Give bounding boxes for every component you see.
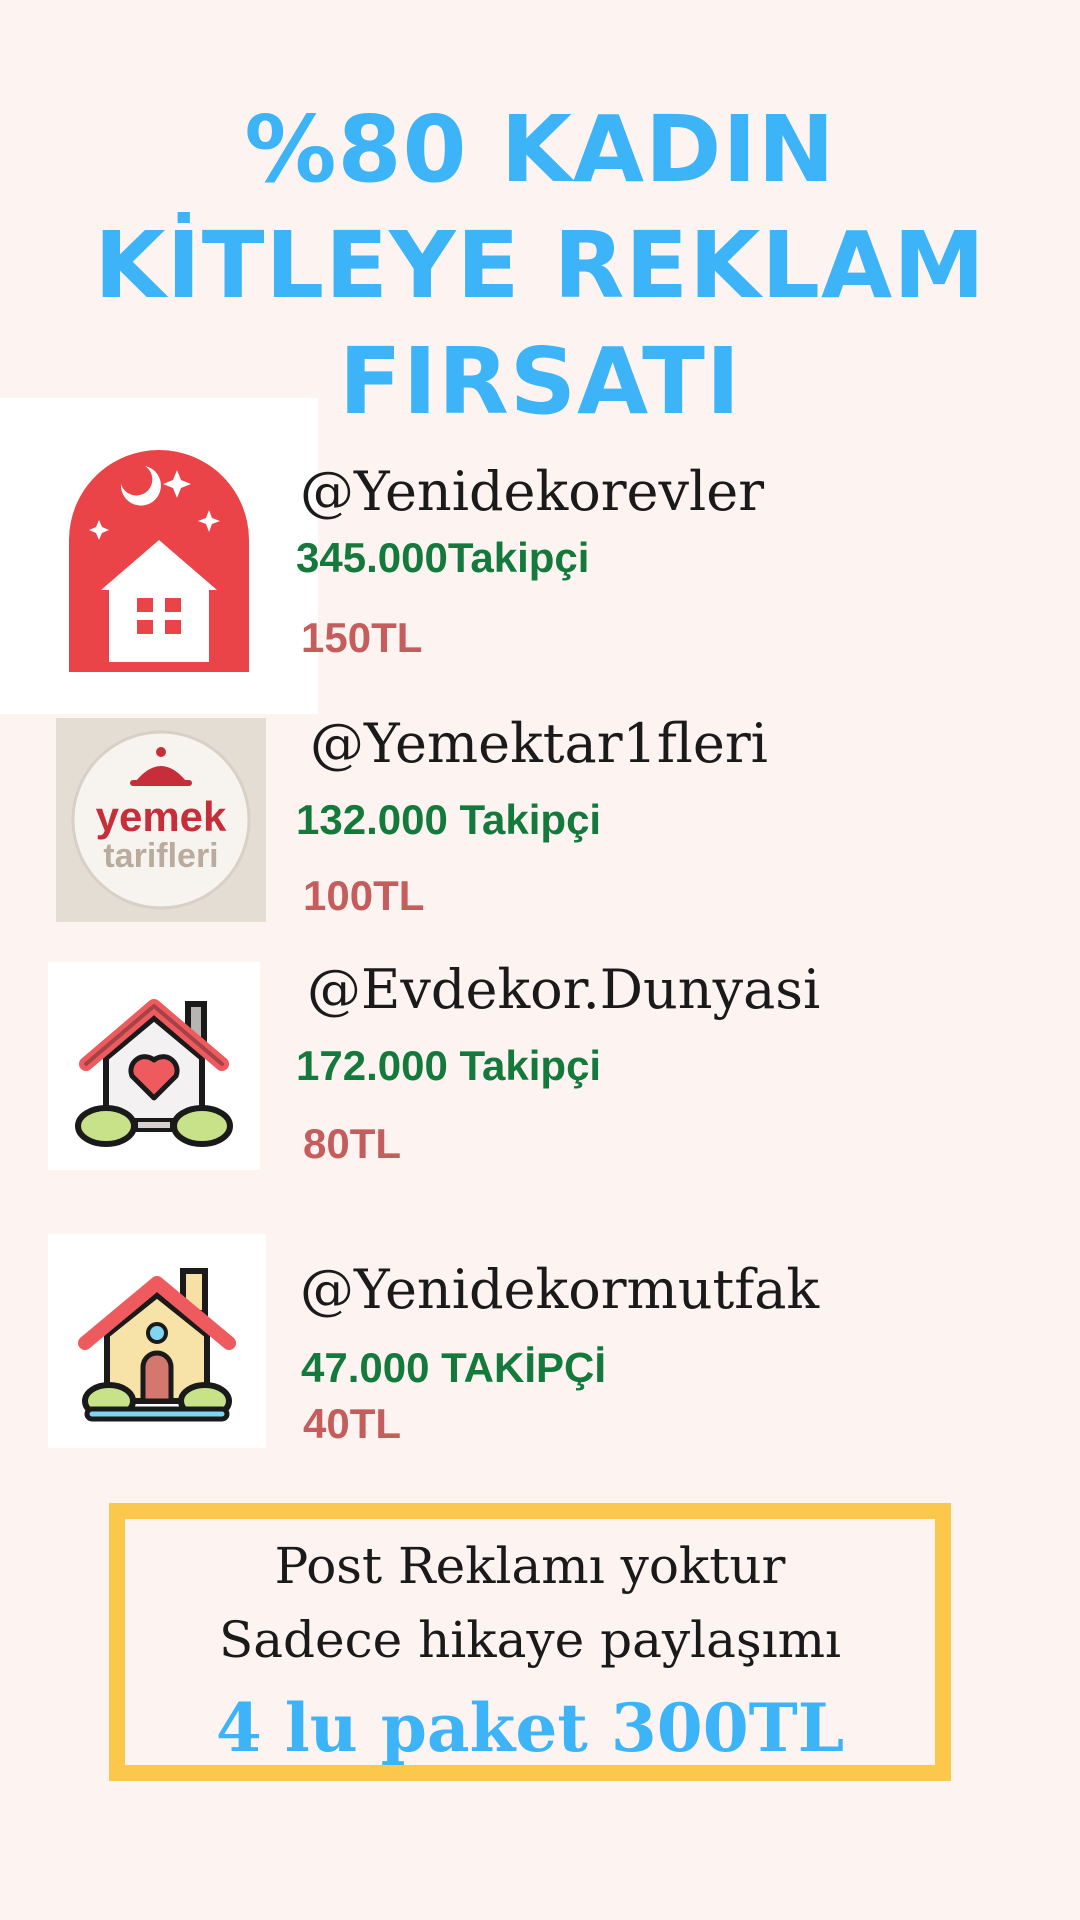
yemek-tarifleri-logo: yemek tarifleri: [56, 718, 266, 922]
heart-house-icon: [48, 962, 260, 1170]
headline: %80 KADIN KİTLEYE REKLAM FIRSATI: [0, 92, 1080, 440]
follower-count: 132.000 Takipçi: [296, 796, 602, 843]
headline-line-1: %80 KADIN: [244, 96, 836, 203]
account-handle: @Yemektar1fleri: [310, 712, 768, 775]
follower-count: 47.000 TAKİPÇİ: [301, 1344, 607, 1391]
red-house-night-icon: [0, 398, 318, 714]
account-handle: @Yenidekorevler: [300, 460, 765, 523]
notice-line-1: Post Reklamı yoktur: [274, 1537, 786, 1595]
ad-price: 150TL: [301, 614, 423, 661]
account-handle: @Evdekor.Dunyasi: [307, 958, 821, 1021]
ad-price: 100TL: [303, 872, 425, 919]
account-handle: @Yenidekormutfak: [300, 1258, 820, 1321]
cottage-house-icon: [48, 1234, 266, 1448]
ad-price: 40TL: [303, 1400, 402, 1447]
package-notice-box: Post Reklamı yoktur Sadece hikaye paylaş…: [109, 1503, 951, 1781]
headline-line-2: KİTLEYE REKLAM: [94, 212, 986, 319]
logo-text-top: yemek: [96, 793, 227, 840]
notice-line-2: Sadece hikaye paylaşımı: [218, 1611, 842, 1669]
ad-price: 80TL: [303, 1120, 402, 1167]
follower-count: 345.000Takipçi: [296, 534, 590, 581]
logo-text-bottom: tarifleri: [103, 837, 218, 875]
package-price: 4 lu paket 300TL: [215, 1689, 845, 1767]
follower-count: 172.000 Takipçi: [296, 1042, 602, 1089]
